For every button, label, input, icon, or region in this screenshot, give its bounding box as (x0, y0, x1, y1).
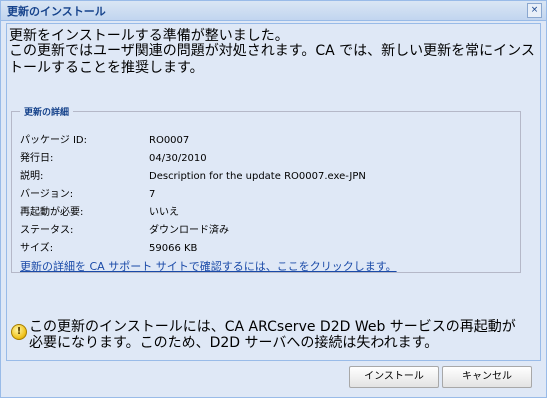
update-details-panel: 更新の詳細 パッケージ ID: RO0007 発行日: 04/30/2010 説明:… (11, 105, 521, 274)
detail-label: 発行日: (20, 153, 54, 164)
detail-label: ステータス: (20, 225, 74, 236)
recommendation-message: この更新ではユーザ関連の問題が対処されます。CA では、新しい更新を常にインスト… (9, 43, 535, 76)
detail-label: バージョン: (20, 189, 74, 200)
detail-label: 再起動が必要: (20, 207, 84, 218)
detail-row-version: バージョン: 7 (20, 185, 155, 200)
detail-row-description: 説明: Description for the update RO0007.exe… (20, 167, 366, 182)
install-update-dialog: 更新のインストール × 更新をインストールする準備が整いました。 この更新ではユ… (0, 0, 547, 398)
detail-value: RO0007 (149, 135, 190, 146)
detail-value: 04/30/2010 (149, 153, 207, 164)
support-site-link[interactable]: 更新の詳細を CA サポート サイトで確認するには、ここをクリックします。 (20, 258, 397, 274)
detail-row-status: ステータス: ダウンロード済み (20, 221, 229, 236)
detail-label: サイズ: (20, 243, 54, 254)
detail-row-size: サイズ: 59066 KB (20, 239, 197, 254)
close-icon[interactable]: × (527, 3, 542, 18)
dialog-body: 更新をインストールする準備が整いました。 この更新ではユーザ関連の問題が対処され… (6, 23, 541, 361)
restart-warning: この更新のインストールには、CA ARCserve D2D Web サービスの再… (29, 319, 516, 351)
ready-message: 更新をインストールする準備が整いました。 (9, 28, 289, 44)
cancel-button[interactable]: キャンセル (442, 366, 532, 388)
detail-value: 59066 KB (149, 243, 198, 254)
detail-label: 説明: (20, 171, 44, 182)
detail-label: パッケージ ID: (20, 135, 87, 146)
detail-value: いいえ (149, 207, 179, 218)
detail-value: 7 (149, 189, 156, 200)
detail-value: ダウンロード済み (149, 225, 229, 236)
detail-row-reboot-required: 再起動が必要: いいえ (20, 203, 179, 218)
install-button[interactable]: インストール (349, 366, 439, 388)
warning-icon: ! (11, 324, 27, 340)
detail-row-release-date: 発行日: 04/30/2010 (20, 149, 207, 164)
dialog-title: 更新のインストール (7, 5, 106, 18)
detail-value: Description for the update RO0007.exe-JP… (149, 171, 366, 182)
title-bar[interactable]: 更新のインストール × (1, 1, 546, 21)
details-legend: 更新の詳細 (20, 105, 74, 118)
detail-row-package-id: パッケージ ID: RO0007 (20, 131, 189, 146)
